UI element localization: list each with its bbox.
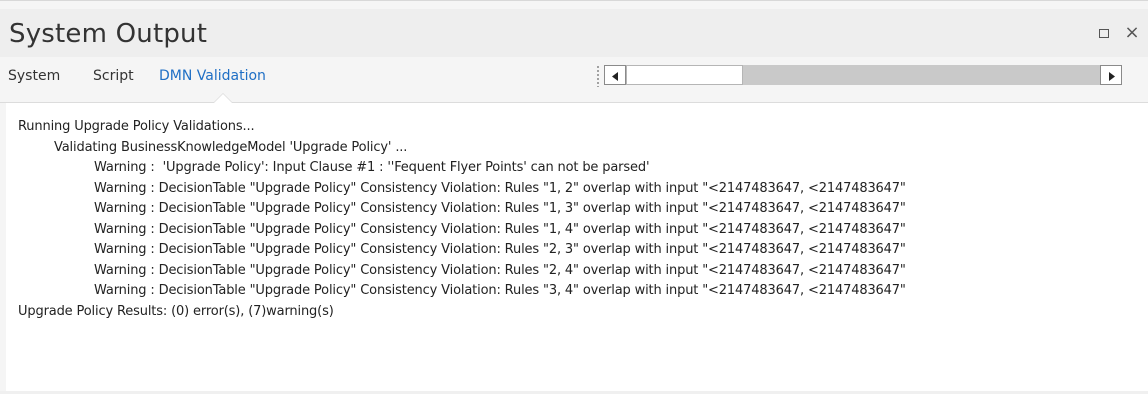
tab-scrollbar[interactable] [604, 65, 1122, 85]
caret-left-icon [611, 66, 619, 85]
output-line: Warning : 'Upgrade Policy': Input Clause… [94, 160, 650, 175]
tab-script[interactable]: Script [93, 68, 134, 84]
output-line: Validating BusinessKnowledgeModel 'Upgra… [54, 139, 408, 155]
maximize-icon [1099, 28, 1109, 38]
output-text-area[interactable]: Running Upgrade Policy Validations... Val… [6, 103, 1148, 391]
output-line: Running Upgrade Policy Validations... [18, 119, 255, 134]
scroll-left-button[interactable] [604, 65, 626, 85]
scroll-right-button[interactable] [1100, 65, 1122, 85]
tab-strip: System Script DMN Validation [0, 57, 1148, 103]
maximize-button[interactable] [1096, 25, 1112, 41]
output-line: Warning : DecisionTable "Upgrade Policy"… [94, 180, 906, 196]
output-line: Upgrade Policy Results: (0) error(s), (7… [18, 303, 334, 319]
system-output-panel: System Output × System Script DMN Valida… [0, 0, 1148, 394]
close-button[interactable]: × [1124, 22, 1140, 43]
close-icon: × [1124, 22, 1140, 43]
active-tab-pointer [213, 93, 233, 103]
output-line: Warning : DecisionTable "Upgrade Policy"… [94, 242, 906, 257]
tab-dmn-validation[interactable]: DMN Validation [159, 68, 266, 84]
output-line: Warning : DecisionTable "Upgrade Policy"… [94, 262, 906, 278]
tab-system[interactable]: System [8, 68, 60, 84]
caret-right-icon [1108, 66, 1115, 85]
panel-title: System Output [9, 19, 208, 49]
output-line: Warning : DecisionTable "Upgrade Policy"… [94, 283, 906, 298]
output-line: Warning : DecisionTable "Upgrade Policy"… [94, 221, 906, 237]
output-line: Warning : DecisionTable "Upgrade Policy"… [94, 201, 906, 216]
title-bar: System Output × [0, 9, 1148, 57]
splitter-grip[interactable] [596, 65, 600, 87]
scroll-thumb[interactable] [626, 65, 743, 85]
